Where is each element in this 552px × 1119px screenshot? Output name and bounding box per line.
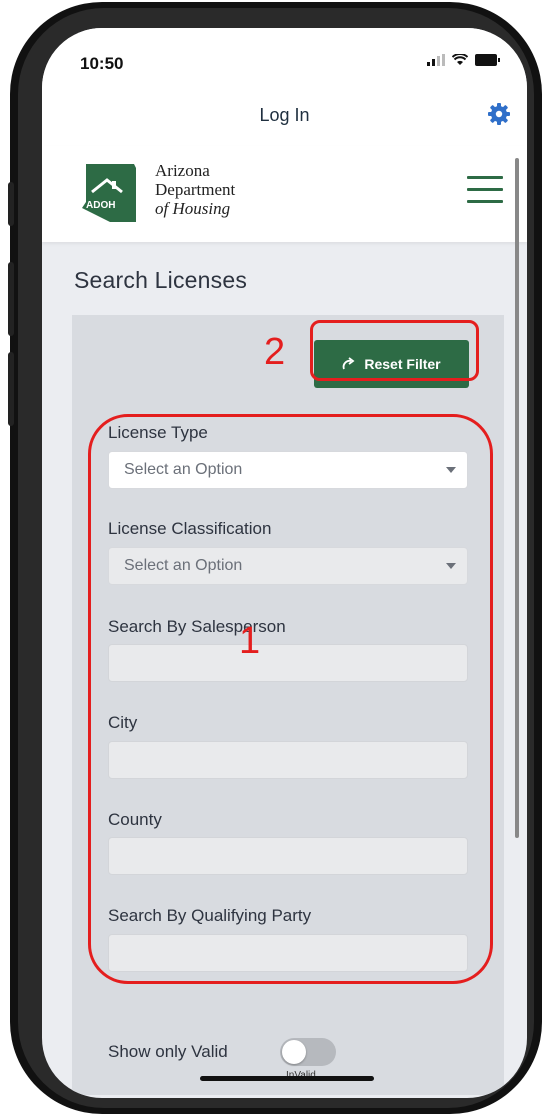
status-bar: 10:50: [42, 28, 527, 86]
gear-icon[interactable]: [487, 102, 511, 126]
top-bar: Log In: [42, 86, 527, 147]
page-title: Search Licenses: [74, 267, 248, 293]
show-valid-toggle[interactable]: [280, 1038, 336, 1066]
login-link[interactable]: Log In: [42, 105, 527, 126]
annotation-box-reset: [310, 320, 479, 381]
toggle-knob: [282, 1040, 306, 1064]
scrollbar[interactable]: [515, 158, 519, 838]
annotation-number-2: 2: [264, 331, 286, 373]
home-indicator: [200, 1076, 374, 1081]
logo-text: Arizona Department of Housing: [155, 161, 235, 218]
logo-line-1: Arizona: [155, 161, 210, 180]
menu-line: [467, 188, 503, 191]
logo-line-3: of Housing: [155, 199, 231, 218]
phone-side-button: [8, 352, 14, 426]
logo-line-2: Department: [155, 180, 236, 199]
status-icons: [427, 54, 501, 66]
arizona-state-icon: ADOH: [82, 164, 136, 222]
status-time: 10:50: [80, 54, 124, 73]
hamburger-menu-icon[interactable]: [467, 176, 503, 208]
phone-side-button: [8, 262, 14, 336]
show-valid-label: Show only Valid: [108, 1042, 228, 1061]
annotation-number-1: 1: [239, 620, 261, 662]
signal-icon: [427, 54, 445, 66]
logo-badge-text: ADOH: [86, 200, 115, 211]
adoh-logo[interactable]: ADOH Arizona Department of Housing: [80, 160, 270, 226]
phone-side-button: [8, 182, 14, 226]
menu-line: [467, 200, 503, 203]
menu-line: [467, 176, 503, 179]
battery-icon: [475, 54, 500, 66]
brand-bar: ADOH Arizona Department of Housing: [42, 146, 527, 242]
annotation-box-fields: [88, 414, 493, 984]
wifi-icon: [452, 54, 468, 65]
